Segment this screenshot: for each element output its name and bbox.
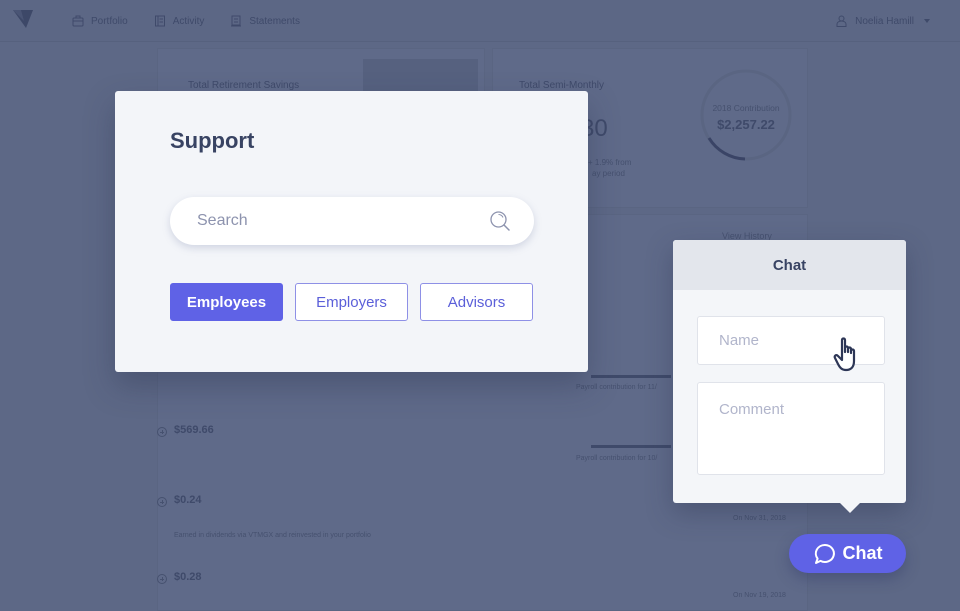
- contribution-ring: [700, 69, 792, 161]
- nav-label: Activity: [172, 15, 205, 27]
- open-chat-button[interactable]: Chat: [789, 534, 906, 573]
- expand-plus-icon[interactable]: [157, 427, 167, 437]
- briefcase-icon: [72, 15, 84, 27]
- document-list-icon: [154, 15, 165, 27]
- activity-amount: $0.28: [174, 571, 202, 583]
- logo-icon[interactable]: [13, 9, 33, 29]
- user-menu[interactable]: Noelia Hamill: [836, 0, 930, 42]
- segment-employers-button[interactable]: Employers: [295, 283, 408, 321]
- support-modal: Support Employees Employers Advisors: [115, 91, 588, 372]
- activity-description: Earned in dividends via VTMGX and reinve…: [174, 532, 371, 539]
- chat-panel: Chat: [673, 240, 906, 513]
- card-title: Total Retirement Savings: [188, 80, 300, 91]
- chevron-down-icon: [924, 19, 930, 23]
- change-text-line2: ay period: [592, 169, 625, 178]
- ring-label: 2018 Contribution: [712, 103, 780, 113]
- chat-comment-textarea[interactable]: [697, 382, 885, 475]
- nav-item-portfolio[interactable]: Portfolio: [72, 15, 128, 27]
- expand-plus-icon[interactable]: [157, 497, 167, 507]
- card-title: Total Semi-Monthly: [519, 80, 605, 91]
- audience-segmented-control: Employees Employers Advisors: [170, 283, 533, 321]
- payroll-line: Payroll contribution for 11/: [576, 384, 657, 391]
- chat-bubble-icon: [814, 543, 835, 564]
- segment-employees-button[interactable]: Employees: [170, 283, 283, 321]
- user-icon: [836, 15, 847, 27]
- activity-amount: $569.66: [174, 424, 214, 436]
- nav-label: Statements: [249, 15, 300, 27]
- hand-pointer-cursor-icon: [833, 337, 856, 372]
- chat-panel-title: Chat: [673, 240, 906, 290]
- change-text-line1: + 1.9% from: [588, 158, 632, 167]
- user-name: Noelia Hamill: [855, 15, 914, 27]
- search-icon[interactable]: [488, 209, 512, 233]
- payroll-progress-bar: [591, 375, 671, 378]
- segment-advisors-button[interactable]: Advisors: [420, 283, 533, 321]
- ring-value: $2,257.22: [717, 117, 775, 132]
- activity-date: On Nov 31, 2018: [733, 515, 786, 522]
- activity-date: On Nov 19, 2018: [733, 592, 786, 599]
- statement-icon: [231, 15, 242, 27]
- payroll-line: Payroll contribution for 10/: [576, 455, 658, 462]
- chat-button-label: Chat: [842, 543, 883, 563]
- chat-panel-pointer: [840, 503, 860, 513]
- support-search-input[interactable]: [197, 212, 488, 230]
- main-nav: Portfolio Activity Statements: [72, 0, 300, 42]
- ring-progress: [707, 137, 746, 161]
- expand-plus-icon[interactable]: [157, 574, 167, 584]
- savings-chart-placeholder: [363, 59, 478, 94]
- support-title: Support: [170, 128, 255, 153]
- nav-label: Portfolio: [91, 15, 128, 27]
- nav-item-statements[interactable]: Statements: [230, 15, 300, 27]
- nav-item-activity[interactable]: Activity: [154, 15, 205, 27]
- top-navigation-bar: Portfolio Activity Statements Noelia Ham…: [0, 0, 960, 42]
- activity-amount: $0.24: [174, 494, 202, 506]
- support-search-box[interactable]: [170, 197, 534, 245]
- payroll-progress-bar: [591, 445, 671, 448]
